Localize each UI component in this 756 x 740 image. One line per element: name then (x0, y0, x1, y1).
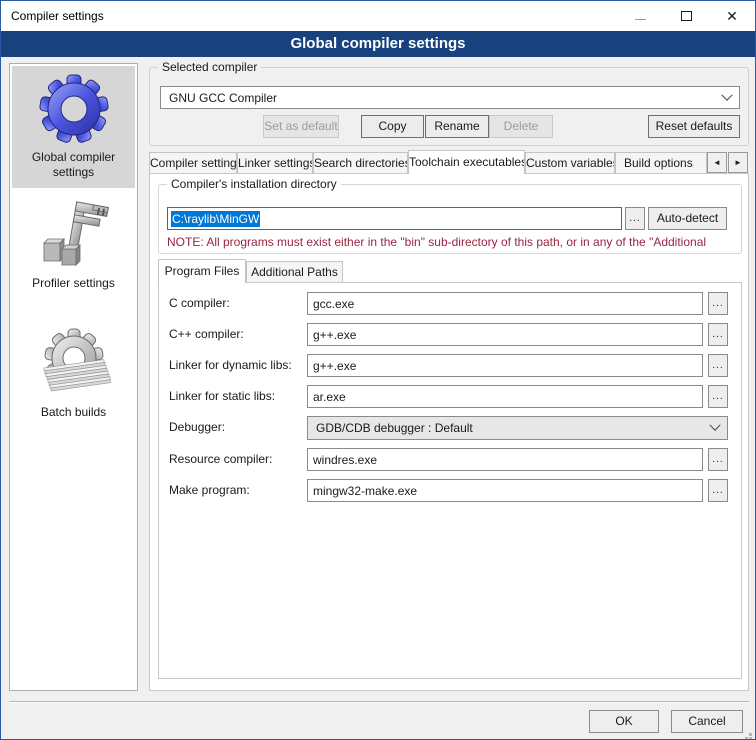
dynamic-linker-label: Linker for dynamic libs: (169, 354, 292, 377)
c-compiler-browse-button[interactable]: ... (708, 292, 728, 315)
program-files-tab-strip: Program Files Additional Paths (158, 259, 742, 283)
close-button[interactable]: ✕ (709, 1, 755, 31)
program-files-panel: C compiler: ... C++ compiler: ... Linker… (158, 282, 742, 679)
directory-note: NOTE: All programs must exist either in … (167, 235, 739, 249)
window-title: Compiler settings (1, 9, 104, 23)
delete-button[interactable]: Delete (489, 115, 553, 138)
cpp-compiler-browse-button[interactable]: ... (708, 323, 728, 346)
sidebar-item-profiler-settings[interactable]: Profiler settings (12, 192, 135, 299)
tab-build-options[interactable]: Build options (615, 152, 707, 173)
cancel-button[interactable]: Cancel (671, 710, 743, 733)
installation-directory-group: Compiler's installation directory C:\ray… (158, 184, 742, 254)
compiler-select[interactable]: GNU GCC Compiler (160, 86, 740, 109)
caliper-icon (37, 198, 111, 272)
sidebar-item-label: Global compiler settings (14, 150, 133, 180)
sidebar-item-global-compiler-settings[interactable]: Global compiler settings (12, 66, 135, 188)
installation-directory-legend: Compiler's installation directory (167, 177, 341, 192)
settings-tab-strip: Compiler settings Linker settings Search… (149, 150, 749, 174)
maximize-icon (681, 11, 692, 21)
settings-category-list: Global compiler settings (9, 63, 138, 691)
make-program-browse-button[interactable]: ... (708, 479, 728, 502)
tab-scroll-right-button[interactable]: ► (728, 152, 748, 173)
selected-compiler-legend: Selected compiler (158, 60, 261, 75)
compiler-settings-dialog: Compiler settings ✕ Global compiler sett… (0, 0, 756, 740)
minimize-icon (635, 19, 646, 20)
c-compiler-label: C compiler: (169, 292, 230, 315)
installation-directory-input[interactable]: C:\raylib\MinGW (167, 207, 622, 230)
tab-program-files[interactable]: Program Files (158, 259, 246, 283)
sidebar-item-label: Profiler settings (32, 276, 115, 291)
chevron-down-icon (709, 420, 720, 431)
close-icon: ✕ (726, 9, 738, 23)
cpp-compiler-label: C++ compiler: (169, 323, 244, 346)
make-program-input[interactable] (307, 479, 703, 502)
dynamic-linker-input[interactable] (307, 354, 703, 377)
resource-compiler-input[interactable] (307, 448, 703, 471)
resource-compiler-browse-button[interactable]: ... (708, 448, 728, 471)
set-as-default-button[interactable]: Set as default (263, 115, 339, 138)
copy-button[interactable]: Copy (361, 115, 424, 138)
sidebar-item-batch-builds[interactable]: Batch builds (12, 321, 135, 428)
tab-scroll-left-button[interactable]: ◄ (707, 152, 727, 173)
minimize-button[interactable] (617, 1, 663, 31)
debugger-label: Debugger: (169, 416, 225, 439)
selected-compiler-group: Selected compiler GNU GCC Compiler Set a… (149, 67, 749, 146)
reset-defaults-button[interactable]: Reset defaults (648, 115, 740, 138)
debugger-select-value: GDB/CDB debugger : Default (316, 421, 473, 435)
ok-button[interactable]: OK (589, 710, 659, 733)
tab-compiler-settings[interactable]: Compiler settings (149, 152, 237, 173)
c-compiler-input[interactable] (307, 292, 703, 315)
resize-grip[interactable] (749, 733, 752, 736)
tab-linker-settings[interactable]: Linker settings (237, 152, 313, 173)
directory-browse-button[interactable]: ... (625, 207, 645, 230)
tab-toolchain-executables[interactable]: Toolchain executables (408, 150, 525, 174)
blue-gear-icon (37, 72, 111, 146)
toolchain-executables-page: Compiler's installation directory C:\ray… (149, 173, 749, 691)
debugger-select[interactable]: GDB/CDB debugger : Default (307, 416, 728, 440)
auto-detect-button[interactable]: Auto-detect (648, 207, 727, 230)
tab-additional-paths[interactable]: Additional Paths (246, 261, 343, 282)
compiler-select-value: GNU GCC Compiler (169, 91, 277, 105)
static-linker-label: Linker for static libs: (169, 385, 275, 408)
title-bar: Compiler settings ✕ (1, 1, 755, 31)
static-linker-browse-button[interactable]: ... (708, 385, 728, 408)
tab-search-directories[interactable]: Search directories (313, 152, 408, 173)
chevron-down-icon (721, 89, 732, 100)
dynamic-linker-browse-button[interactable]: ... (708, 354, 728, 377)
cpp-compiler-input[interactable] (307, 323, 703, 346)
static-linker-input[interactable] (307, 385, 703, 408)
rename-button[interactable]: Rename (425, 115, 489, 138)
gray-gear-stack-icon (37, 327, 111, 401)
footer-divider (9, 701, 749, 703)
make-program-label: Make program: (169, 479, 250, 502)
maximize-button[interactable] (663, 1, 709, 31)
installation-directory-value: C:\raylib\MinGW (171, 211, 260, 227)
tab-custom-variables[interactable]: Custom variables (525, 152, 615, 173)
page-title: Global compiler settings (1, 31, 755, 57)
sidebar-item-label: Batch builds (41, 405, 106, 420)
resource-compiler-label: Resource compiler: (169, 448, 272, 471)
caption-buttons: ✕ (617, 1, 755, 31)
